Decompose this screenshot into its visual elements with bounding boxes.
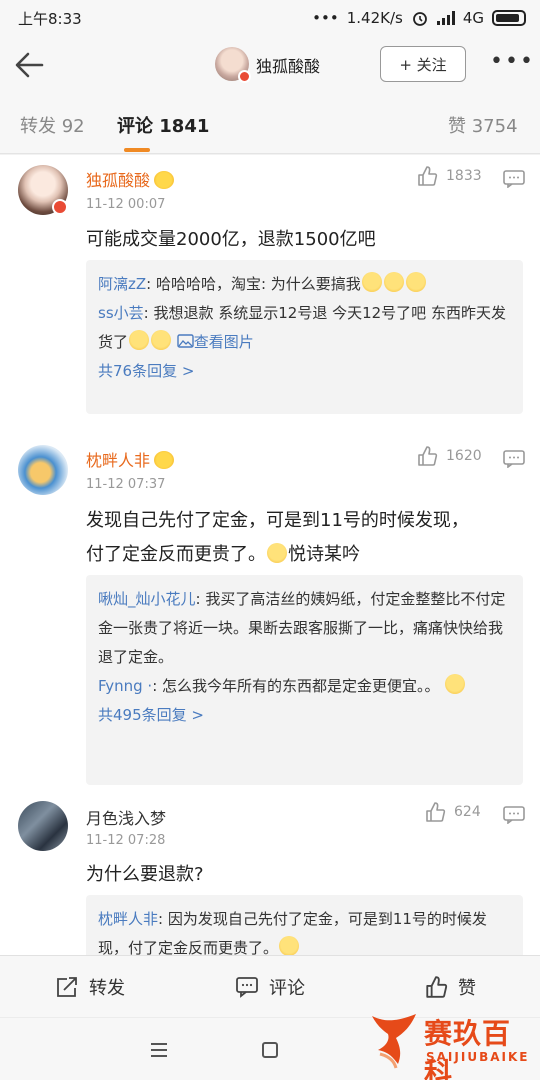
laugh-cry-emoji-icon bbox=[445, 674, 466, 694]
thumb-up-icon bbox=[426, 802, 446, 822]
watermark-logo: 赛玖百科 SAIJIUBAIKE bbox=[366, 1008, 536, 1080]
signal-icon bbox=[436, 11, 455, 25]
view-image-label: 查看图片 bbox=[193, 333, 254, 351]
like-label: 赞 bbox=[458, 977, 476, 999]
watermark-text: 赛玖百科 bbox=[424, 1017, 512, 1080]
reply-author[interactable]: 啾灿_灿小花儿 bbox=[98, 590, 196, 608]
reply-author[interactable]: ss小芸 bbox=[98, 304, 144, 322]
comment-icon bbox=[236, 976, 258, 998]
reply-line: 啾灿_灿小花儿: 我买了高洁丝的姨妈纸，付定金整整比不付定金一张贵了将近一块。果… bbox=[98, 585, 511, 672]
comment-time: 11-12 07:28 bbox=[86, 833, 166, 848]
comment-time: 11-12 00:07 bbox=[86, 197, 166, 212]
reply-text: : 怎么我今年所有的东西都是定金更便宜。。 bbox=[152, 677, 440, 695]
laugh-cry-emoji-icon bbox=[405, 272, 426, 292]
menu-icon[interactable] bbox=[151, 1043, 167, 1057]
comment-label: 评论 bbox=[269, 977, 305, 999]
reply-preview[interactable]: 枕畔人非: 因为发现自己先付了定金，可是到11号的时候发现，付了定金反而更贵了。 bbox=[86, 895, 523, 955]
avatar[interactable] bbox=[18, 445, 68, 495]
more-replies-link[interactable]: 共76条回复 > bbox=[98, 357, 511, 386]
laugh-cry-emoji-icon bbox=[129, 330, 150, 350]
more-options-icon[interactable]: ••• bbox=[490, 51, 535, 73]
author-name[interactable]: 独孤酸酸 bbox=[256, 53, 320, 77]
follow-label: + 关注 bbox=[399, 55, 447, 74]
logo-mark-icon bbox=[372, 1014, 416, 1069]
vip-icon bbox=[154, 451, 175, 469]
active-tab-indicator bbox=[124, 148, 150, 152]
reply-icon[interactable] bbox=[503, 806, 525, 824]
status-dots: ••• bbox=[312, 9, 339, 27]
network-type: 4G bbox=[462, 9, 484, 27]
commenter-name[interactable]: 枕畔人非 bbox=[86, 447, 175, 471]
reply-line: 枕畔人非: 因为发现自己先付了定金，可是到11号的时候发现，付了定金反而更贵了。 bbox=[98, 905, 511, 955]
home-icon[interactable] bbox=[262, 1042, 278, 1058]
verified-badge-icon bbox=[238, 70, 251, 83]
like-count: 1620 bbox=[446, 448, 482, 464]
alarm-icon bbox=[412, 12, 427, 26]
reply-line: 阿漓zZ: 哈哈哈哈，淘宝: 为什么要搞我 bbox=[98, 270, 511, 299]
reply-icon[interactable] bbox=[503, 450, 525, 468]
battery-icon bbox=[492, 10, 526, 26]
reply-preview[interactable]: 阿漓zZ: 哈哈哈哈，淘宝: 为什么要搞我 ss小芸: 我想退款 系统显示12号… bbox=[86, 260, 523, 414]
reply-author[interactable]: 阿漓zZ bbox=[98, 275, 146, 293]
back-arrow-icon[interactable] bbox=[12, 48, 48, 82]
tab-repost[interactable]: 转发 92 bbox=[20, 112, 85, 138]
commenter-name-text: 枕畔人非 bbox=[86, 451, 151, 470]
image-icon bbox=[177, 334, 194, 348]
author-avatar[interactable] bbox=[215, 47, 251, 83]
comment-text-line: 付了定金反而更贵了。 悦诗某吟 bbox=[86, 538, 516, 572]
watermark-subtext: SAIJIUBAIKE bbox=[426, 1050, 530, 1064]
repost-label: 转发 bbox=[89, 977, 125, 999]
like-count: 1833 bbox=[446, 168, 482, 184]
laugh-cry-emoji-icon bbox=[151, 330, 172, 350]
thumb-up-icon bbox=[418, 166, 438, 186]
share-icon bbox=[57, 976, 77, 997]
view-image-link[interactable]: 查看图片 bbox=[177, 333, 254, 351]
comment-text: 为什么要退款? bbox=[86, 864, 204, 885]
thumb-up-icon bbox=[418, 446, 438, 466]
status-bar: 上午8:33 ••• 1.42K/s 4G bbox=[0, 0, 540, 36]
comment-text: 可能成交量2000亿，退款1500亿吧 bbox=[86, 229, 376, 250]
repost-button[interactable]: 转发 bbox=[0, 956, 180, 1017]
more-replies-link[interactable]: 共495条回复 > bbox=[98, 701, 511, 730]
reply-line: Fynng ·: 怎么我今年所有的东西都是定金更便宜。。 bbox=[98, 672, 511, 701]
comment-time: 11-12 07:37 bbox=[86, 477, 166, 492]
nav-bar: 独孤酸酸 + 关注 ••• bbox=[0, 36, 540, 94]
commenter-name-text: 独孤酸酸 bbox=[86, 171, 151, 190]
like-count: 624 bbox=[454, 804, 481, 820]
smile-emoji-icon bbox=[267, 543, 287, 563]
network-speed: 1.42K/s bbox=[346, 9, 403, 27]
tab-bar: 转发 92 评论 1841 赞 3754 bbox=[0, 94, 540, 154]
comment-text-line: 发现自己先付了定金，可是到11号的时候发现， bbox=[86, 510, 469, 531]
follow-button[interactable]: + 关注 bbox=[380, 46, 466, 82]
reply-icon[interactable] bbox=[503, 170, 525, 188]
vip-icon bbox=[154, 171, 175, 189]
verified-badge-icon bbox=[52, 199, 68, 215]
avatar[interactable] bbox=[18, 801, 68, 851]
comment-text-part: 付了定金反而更贵了。 bbox=[86, 544, 266, 565]
reply-line: ss小芸: 我想退款 系统显示12号退 今天12号了吧 东西昨天发货了 查看图片 bbox=[98, 299, 511, 357]
commenter-name[interactable]: 月色浅入梦 bbox=[86, 805, 166, 829]
status-indicators: ••• 1.42K/s 4G bbox=[312, 9, 526, 27]
laugh-cry-emoji-icon bbox=[383, 272, 404, 292]
like-button[interactable]: 1833 bbox=[416, 165, 482, 187]
comment-button[interactable]: 评论 bbox=[180, 956, 360, 1017]
comment-text-part: 悦诗某吟 bbox=[288, 544, 360, 565]
comment-text: 发现自己先付了定金，可是到11号的时候发现， 付了定金反而更贵了。 悦诗某吟 bbox=[86, 504, 516, 572]
laugh-cry-emoji-icon bbox=[361, 272, 382, 292]
reply-author[interactable]: 枕畔人非 bbox=[98, 910, 158, 928]
commenter-name[interactable]: 独孤酸酸 bbox=[86, 167, 175, 191]
smile-emoji-icon bbox=[279, 936, 300, 955]
reply-text: : 哈哈哈哈，淘宝: 为什么要搞我 bbox=[146, 275, 361, 293]
tab-like[interactable]: 赞 3754 bbox=[448, 112, 518, 138]
reply-author[interactable]: Fynng · bbox=[98, 677, 152, 695]
reply-preview[interactable]: 啾灿_灿小花儿: 我买了高洁丝的姨妈纸，付定金整整比不付定金一张贵了将近一块。果… bbox=[86, 575, 523, 785]
status-time: 上午8:33 bbox=[18, 9, 82, 28]
thumb-up-icon bbox=[426, 975, 448, 998]
tab-comment[interactable]: 评论 1841 bbox=[117, 112, 209, 138]
comment-list: 独孤酸酸 11-12 00:07 1833 可能成交量2000亿，退款1500亿… bbox=[0, 155, 540, 955]
like-button[interactable]: 624 bbox=[424, 801, 481, 823]
like-button[interactable]: 1620 bbox=[416, 445, 482, 467]
